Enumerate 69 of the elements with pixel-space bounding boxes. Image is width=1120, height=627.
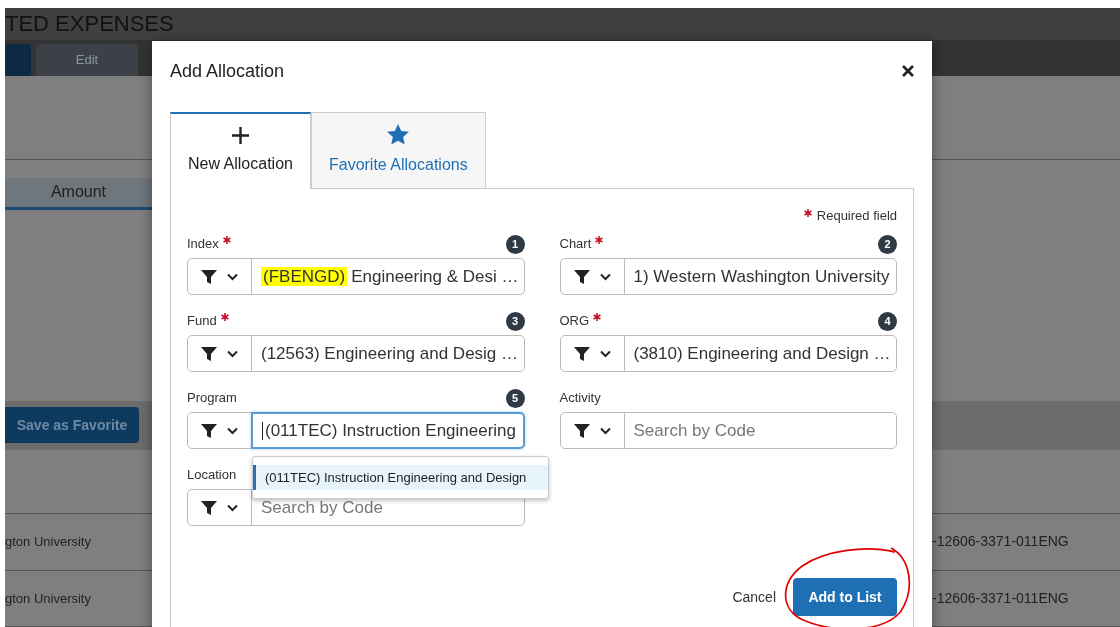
filter-icon: [201, 499, 217, 516]
close-icon: [902, 65, 914, 77]
table-cell-text: -12606-3371-011ENG: [932, 588, 1070, 608]
close-button[interactable]: [900, 63, 916, 79]
chevron-icon: [227, 503, 238, 512]
field-placeholder: Search by Code: [633, 419, 756, 442]
filter-icon: [201, 268, 217, 285]
chevron-icon: [227, 272, 238, 281]
filter-dropdown-button[interactable]: [559, 335, 625, 372]
field-label: Activity: [559, 389, 601, 408]
toolbar-button[interactable]: [5, 44, 31, 77]
filter-dropdown-button[interactable]: [187, 258, 252, 295]
tab[interactable]: Favorite Allocations: [310, 112, 486, 188]
filter-dropdown-button[interactable]: [187, 489, 252, 526]
filter-dropdown-button[interactable]: [187, 335, 252, 372]
search-field[interactable]: Search by Code: [623, 412, 897, 449]
field-value: (12563) Engineering and Desig …: [261, 342, 519, 365]
filter-icon: [201, 422, 217, 439]
required-legend: Required field: [816, 206, 897, 226]
field-value: (3810) Engineering and Design …: [633, 342, 891, 365]
add-to-list-button[interactable]: Add to List: [793, 578, 897, 616]
step-number-badge: 3: [505, 311, 525, 331]
column-header: Amount: [5, 178, 152, 210]
cancel-link[interactable]: Cancel: [732, 586, 776, 608]
plus-icon: [231, 127, 249, 144]
search-field[interactable]: (12563) Engineering and Desig …: [251, 335, 525, 372]
field-value: (FBENGD) Engineering & Desi …: [261, 265, 519, 288]
chevron-icon: [599, 349, 611, 358]
suggestion-item[interactable]: (011TEC) Instruction Engineering and Design: [253, 465, 548, 490]
tab[interactable]: New Allocation: [170, 112, 311, 189]
step-number-badge: 5: [505, 388, 525, 408]
filter-dropdown-button[interactable]: [187, 412, 252, 449]
field-value: (011TEC) Instruction Engineering: [265, 419, 517, 442]
field-placeholder: Search by Code: [261, 496, 383, 519]
chevron-icon: [227, 349, 238, 358]
star-icon: [387, 124, 410, 145]
field-label: ORG: [559, 312, 590, 331]
table-cell-text: gton University: [5, 589, 91, 608]
table-cell-text: gton University: [5, 533, 91, 552]
field-label: Chart: [559, 235, 592, 254]
step-number-badge: 1: [505, 234, 525, 254]
chevron-icon: [599, 426, 611, 435]
text-cursor: [262, 421, 263, 440]
required-icon: [593, 313, 602, 321]
field-label: Index: [187, 235, 219, 254]
table-cell-text: -12606-3371-011ENG: [932, 532, 1070, 552]
required-icon: [220, 313, 229, 321]
step-number-badge: 4: [878, 311, 897, 331]
dialog-title: Add Allocation: [170, 59, 285, 83]
filter-dropdown-button[interactable]: [559, 412, 625, 449]
step-number-badge: 2: [878, 234, 897, 254]
required-icon: [595, 236, 604, 244]
search-field[interactable]: 1) Western Washington University: [623, 258, 897, 295]
field-label: Fund: [187, 312, 217, 331]
filter-icon: [573, 345, 590, 362]
filter-icon: [573, 268, 590, 285]
field-label: Program: [187, 389, 237, 408]
filter-icon: [573, 422, 590, 439]
filter-dropdown-button[interactable]: [559, 258, 625, 295]
required-icon: [222, 236, 231, 244]
field-label: Location: [187, 466, 237, 485]
search-field[interactable]: (3810) Engineering and Design …: [623, 335, 897, 372]
chevron-icon: [599, 272, 611, 281]
search-field[interactable]: (011TEC) Instruction Engineering: [251, 412, 525, 449]
filter-icon: [201, 345, 217, 362]
chevron-icon: [227, 426, 238, 435]
field-value: 1) Western Washington University: [633, 265, 890, 288]
search-field[interactable]: (FBENGD) Engineering & Desi …: [251, 258, 525, 295]
required-icon: [803, 208, 812, 217]
